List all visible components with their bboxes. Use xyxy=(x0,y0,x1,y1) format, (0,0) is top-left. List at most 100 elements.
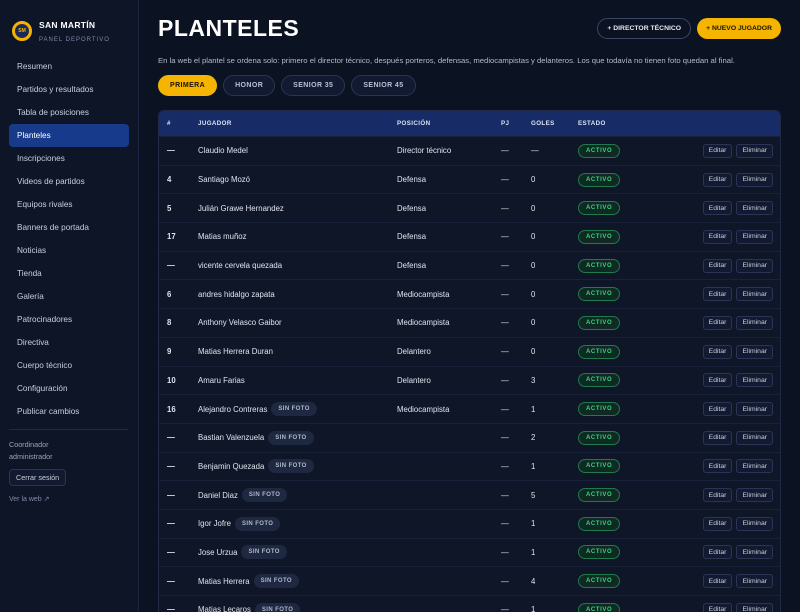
view-web-link[interactable]: Ver la web ↗ xyxy=(9,495,129,503)
sidebar-item-partidos-y-resultados[interactable]: Partidos y resultados xyxy=(9,78,129,101)
status-badge: ACTIVO xyxy=(578,516,621,531)
edit-button[interactable]: Editar xyxy=(702,287,733,302)
player-goals: 1 xyxy=(531,404,536,414)
player-goals: 3 xyxy=(531,375,536,385)
sidebar-item-galería[interactable]: Galería xyxy=(9,285,129,308)
col-status: ESTADO xyxy=(578,120,606,127)
delete-button[interactable]: Eliminar xyxy=(736,143,773,158)
player-name: Santiago Mozó xyxy=(198,175,251,185)
delete-button[interactable]: Eliminar xyxy=(736,172,773,187)
player-goals: 0 xyxy=(531,347,536,357)
player-number: — xyxy=(167,146,175,156)
player-pj: — xyxy=(501,605,509,612)
player-position: Mediocampista xyxy=(397,318,450,328)
delete-button[interactable]: Eliminar xyxy=(736,201,773,216)
sidebar-item-planteles[interactable]: Planteles xyxy=(9,124,129,147)
status-badge: ACTIVO xyxy=(578,373,621,388)
player-number: 4 xyxy=(167,175,172,185)
sidebar-item-videos-de-partidos[interactable]: Videos de partidos xyxy=(9,170,129,193)
player-name: Anthony Velasco Gaibor xyxy=(198,318,282,328)
player-pj: — xyxy=(501,404,509,414)
player-number: — xyxy=(167,605,175,612)
sidebar-item-inscripciones[interactable]: Inscripciones xyxy=(9,147,129,170)
edit-button[interactable]: Editar xyxy=(702,402,733,417)
tab-primera[interactable]: PRIMERA xyxy=(158,75,218,96)
user-role: Coordinador administrador xyxy=(9,440,53,461)
player-name: Igor Jofre xyxy=(198,519,231,529)
sidebar-item-tabla-de-posiciones[interactable]: Tabla de posiciones xyxy=(9,101,129,124)
sidebar-item-banners-de-portada[interactable]: Banners de portada xyxy=(9,216,129,239)
edit-button[interactable]: Editar xyxy=(702,516,733,531)
edit-button[interactable]: Editar xyxy=(702,430,733,445)
status-badge: ACTIVO xyxy=(578,172,621,187)
edit-button[interactable]: Editar xyxy=(702,201,733,216)
delete-button[interactable]: Eliminar xyxy=(736,258,773,273)
intro-text: En la web el plantel se ordena solo: pri… xyxy=(158,56,735,65)
edit-button[interactable]: Editar xyxy=(702,545,733,560)
player-position: Delantero xyxy=(397,375,431,385)
brand[interactable]: SM SAN MARTÍN PANEL DEPORTIVO xyxy=(0,0,138,50)
player-position: Defensa xyxy=(397,261,427,271)
delete-button[interactable]: Eliminar xyxy=(736,315,773,330)
edit-button[interactable]: Editar xyxy=(702,373,733,388)
edit-button[interactable]: Editar xyxy=(702,488,733,503)
table-row: — Igor Jofre SIN FOTO — 1 ACTIVO Editar Elimina… xyxy=(159,508,780,538)
add-player-button[interactable]: + NUEVO JUGADOR xyxy=(697,17,781,39)
edit-button[interactable]: Editar xyxy=(702,172,733,187)
edit-button[interactable]: Editar xyxy=(702,258,733,273)
delete-button[interactable]: Eliminar xyxy=(736,545,773,560)
delete-button[interactable]: Eliminar xyxy=(736,229,773,244)
status-badge: ACTIVO xyxy=(578,574,621,589)
status-badge: ACTIVO xyxy=(578,143,621,158)
sidebar-item-publicar-cambios[interactable]: Publicar cambios xyxy=(9,400,129,423)
delete-button[interactable]: Eliminar xyxy=(736,373,773,388)
sidebar-item-equipos-rivales[interactable]: Equipos rivales xyxy=(9,193,129,216)
add-director-button[interactable]: + DIRECTOR TÉCNICO xyxy=(597,17,692,39)
delete-button[interactable]: Eliminar xyxy=(736,287,773,302)
edit-button[interactable]: Editar xyxy=(702,229,733,244)
edit-button[interactable]: Editar xyxy=(702,344,733,359)
edit-button[interactable]: Editar xyxy=(702,602,733,612)
sidebar-item-noticias[interactable]: Noticias xyxy=(9,239,129,262)
delete-button[interactable]: Eliminar xyxy=(736,459,773,474)
sidebar-item-cuerpo-técnico[interactable]: Cuerpo técnico xyxy=(9,354,129,377)
table-row: 8 Anthony Velasco Gaibor Mediocampista — 0 AC… xyxy=(159,308,780,337)
edit-button[interactable]: Editar xyxy=(702,315,733,330)
logout-button[interactable]: Cerrar sesión xyxy=(9,469,67,486)
delete-button[interactable]: Eliminar xyxy=(736,402,773,417)
table-row: 16 Alejandro Contreras SIN FOTO Mediocampis… xyxy=(159,394,780,423)
sidebar-item-resumen[interactable]: Resumen xyxy=(9,55,129,78)
player-number: 9 xyxy=(167,347,172,357)
tab-senior-45[interactable]: SENIOR 45 xyxy=(351,75,416,96)
edit-button[interactable]: Editar xyxy=(702,143,733,158)
sidebar-item-configuración[interactable]: Configuración xyxy=(9,377,129,400)
delete-button[interactable]: Eliminar xyxy=(736,574,773,589)
status-badge: ACTIVO xyxy=(578,201,621,216)
sidebar-item-tienda[interactable]: Tienda xyxy=(9,262,129,285)
sidebar-item-directiva[interactable]: Directiva xyxy=(9,331,129,354)
player-name: Jose Urzua xyxy=(198,547,238,557)
player-name: Matias Herrera Duran xyxy=(198,347,273,357)
sidebar-item-patrocinadores[interactable]: Patrocinadores xyxy=(9,308,129,331)
delete-button[interactable]: Eliminar xyxy=(736,602,773,612)
player-position: Delantero xyxy=(397,347,431,357)
player-goals: 0 xyxy=(531,261,536,271)
tab-honor[interactable]: HONOR xyxy=(223,75,276,96)
player-pj: — xyxy=(501,261,509,271)
tab-senior-35[interactable]: SENIOR 35 xyxy=(281,75,346,96)
edit-button[interactable]: Editar xyxy=(702,459,733,474)
status-badge: ACTIVO xyxy=(578,488,621,503)
table-row: — Matias Herrera SIN FOTO — 4 ACTIVO Editar Eli… xyxy=(159,566,780,595)
player-number: — xyxy=(167,519,175,529)
player-pj: — xyxy=(501,490,509,500)
delete-button[interactable]: Eliminar xyxy=(736,488,773,503)
player-pj: — xyxy=(501,175,509,185)
player-position: Defensa xyxy=(397,232,427,242)
player-number: — xyxy=(167,461,175,471)
player-number: 16 xyxy=(167,404,176,414)
player-goals: 1 xyxy=(531,461,536,471)
delete-button[interactable]: Eliminar xyxy=(736,344,773,359)
delete-button[interactable]: Eliminar xyxy=(736,516,773,531)
delete-button[interactable]: Eliminar xyxy=(736,430,773,445)
edit-button[interactable]: Editar xyxy=(702,574,733,589)
